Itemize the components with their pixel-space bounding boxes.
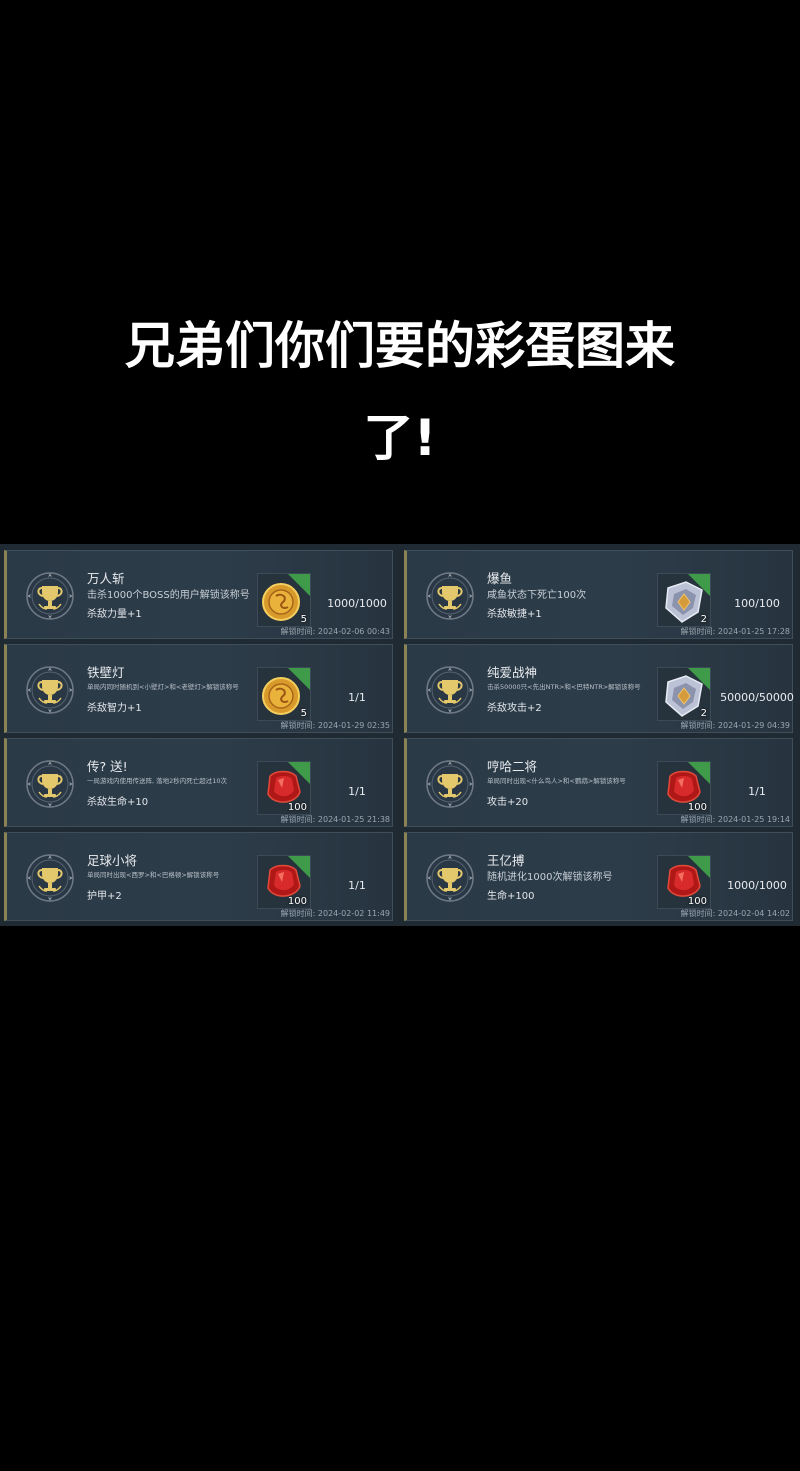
achievement-description: 单局同时出现<什么鸟人>和<鹦鹉>解锁该称号: [487, 777, 626, 785]
achievement-progress: 1/1: [348, 785, 366, 798]
trophy-emblem-icon: [26, 666, 74, 714]
achievement-card-5[interactable]: 传? 送! 一局游戏内使用传送阵, 落地2秒内死亡超过10次 杀敌生命+10 1…: [4, 738, 393, 827]
achievement-description: 单局内同时随机到<小壁灯>和<老壁灯>解锁该称号: [87, 683, 239, 691]
achievement-panel: 万人斩 击杀1000个BOSS的用户解锁该称号 杀敌力量+1 5 1000/10…: [0, 544, 800, 926]
achievement-card-7[interactable]: 足球小将 单局同时出现<西罗>和<巴格顿>解锁该称号 护甲+2 100 1/1 …: [4, 832, 393, 921]
achievement-card-4[interactable]: 纯爱战神 击杀50000只<先出NTR>和<巴特NTR>解锁该称号 杀敌攻击+2…: [404, 644, 794, 733]
achievement-description: 击杀1000个BOSS的用户解锁该称号: [87, 590, 250, 601]
reward-item[interactable]: 100: [657, 855, 711, 909]
achievement-title: 爆鱼: [487, 571, 513, 586]
achievement-card-2[interactable]: 爆鱼 咸鱼状态下死亡100次 杀敌敏捷+1 2 100/100 解锁时间: 20…: [404, 550, 793, 639]
achievement-title: 哼哈二将: [487, 759, 538, 774]
achievement-description: 单局同时出现<西罗>和<巴格顿>解锁该称号: [87, 871, 220, 879]
achievement-title: 足球小将: [87, 853, 138, 868]
achievement-progress: 100/100: [734, 597, 780, 610]
unlock-time: 解锁时间: 2024-01-29 04:39: [680, 721, 790, 730]
trophy-emblem-icon: [426, 854, 474, 902]
trophy-emblem-icon: [426, 572, 474, 620]
trophy-emblem-icon: [426, 760, 474, 808]
reward-quantity: 100: [687, 802, 707, 813]
reward-quantity: 100: [287, 896, 307, 907]
headline-line-2: 了!: [363, 409, 437, 467]
achievement-reward: 杀敌智力+1: [87, 703, 142, 714]
trophy-emblem-icon: [26, 572, 74, 620]
reward-item[interactable]: 5: [257, 667, 311, 721]
achievement-description: 击杀50000只<先出NTR>和<巴特NTR>解锁该称号: [487, 683, 641, 691]
unlock-time: 解锁时间: 2024-01-25 17:28: [680, 627, 790, 636]
trophy-emblem-icon: [426, 666, 474, 714]
reward-item[interactable]: 100: [257, 761, 311, 815]
reward-item[interactable]: 100: [257, 855, 311, 909]
achievement-description: 随机进化1000次解锁该称号: [487, 872, 613, 883]
achievement-reward: 杀敌力量+1: [87, 609, 142, 620]
reward-quantity: 2: [700, 708, 707, 719]
achievement-description: 咸鱼状态下死亡100次: [487, 590, 587, 601]
reward-quantity: 2: [700, 614, 707, 625]
achievement-reward: 生命+100: [487, 891, 535, 902]
unlock-time: 解锁时间: 2024-01-25 19:14: [680, 815, 790, 824]
headline: 兄弟们你们要的彩蛋图来 了!: [0, 300, 800, 484]
trophy-emblem-icon: [26, 760, 74, 808]
unlock-time: 解锁时间: 2024-01-29 02:35: [280, 721, 390, 730]
achievement-title: 万人斩: [87, 571, 125, 586]
unlock-time: 解锁时间: 2024-02-04 14:02: [680, 909, 790, 918]
reward-quantity: 100: [287, 802, 307, 813]
achievement-title: 铁壁灯: [87, 665, 125, 680]
achievement-reward: 杀敌生命+10: [87, 797, 149, 808]
reward-item[interactable]: 2: [657, 573, 711, 627]
achievement-reward: 护甲+2: [87, 891, 122, 902]
achievement-description: 一局游戏内使用传送阵, 落地2秒内死亡超过10次: [87, 777, 228, 785]
achievement-title: 王亿搏: [487, 853, 525, 868]
unlock-time: 解锁时间: 2024-01-25 21:38: [280, 815, 390, 824]
achievement-progress: 1000/1000: [727, 879, 787, 892]
achievement-reward: 杀敌敏捷+1: [487, 609, 542, 620]
unlock-time: 解锁时间: 2024-02-02 11:49: [280, 909, 390, 918]
achievement-title: 传? 送!: [87, 759, 128, 774]
achievement-card-6[interactable]: 哼哈二将 单局同时出现<什么鸟人>和<鹦鹉>解锁该称号 攻击+20 100 1/…: [404, 738, 793, 827]
achievement-progress: 1/1: [348, 691, 366, 704]
achievement-card-1[interactable]: 万人斩 击杀1000个BOSS的用户解锁该称号 杀敌力量+1 5 1000/10…: [4, 550, 393, 639]
reward-quantity: 5: [300, 708, 307, 719]
reward-quantity: 100: [687, 896, 707, 907]
trophy-emblem-icon: [26, 854, 74, 902]
achievement-progress: 1/1: [348, 879, 366, 892]
headline-line-1: 兄弟们你们要的彩蛋图来: [125, 317, 675, 375]
reward-item[interactable]: 2: [657, 667, 711, 721]
achievement-title: 纯爱战神: [487, 665, 538, 680]
achievement-reward: 攻击+20: [487, 797, 529, 808]
achievement-reward: 杀敌攻击+2: [487, 703, 542, 714]
unlock-time: 解锁时间: 2024-02-06 00:43: [280, 627, 390, 636]
achievement-progress: 1/1: [748, 785, 766, 798]
achievement-card-8[interactable]: 王亿搏 随机进化1000次解锁该称号 生命+100 100 1000/1000 …: [404, 832, 793, 921]
achievement-progress: 1000/1000: [327, 597, 387, 610]
reward-quantity: 5: [300, 614, 307, 625]
reward-item[interactable]: 100: [657, 761, 711, 815]
reward-item[interactable]: 5: [257, 573, 311, 627]
achievement-card-3[interactable]: 铁壁灯 单局内同时随机到<小壁灯>和<老壁灯>解锁该称号 杀敌智力+1 5 1/…: [4, 644, 393, 733]
achievement-progress: 50000/50000: [720, 691, 794, 704]
